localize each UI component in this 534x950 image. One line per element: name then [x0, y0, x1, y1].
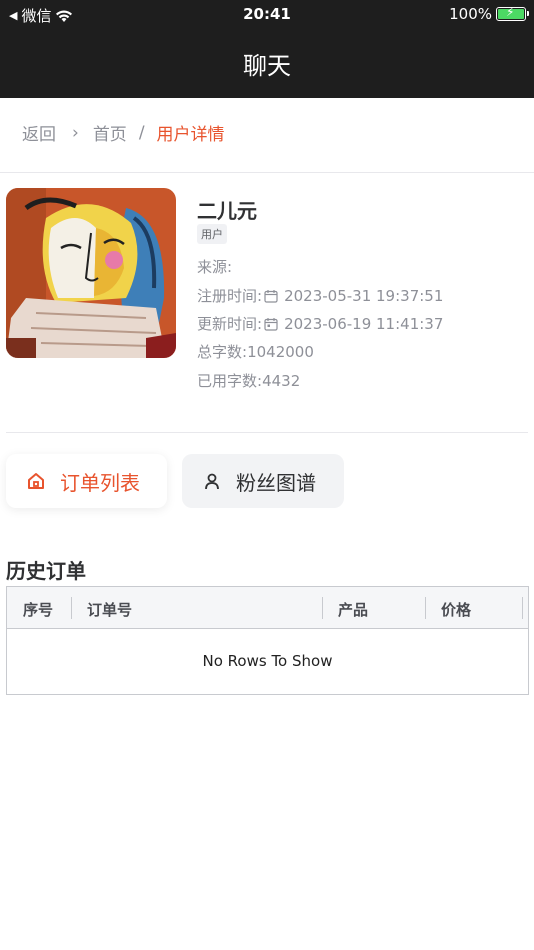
table-header: 序号 订单号 产品 价格	[7, 587, 528, 629]
breadcrumb-home[interactable]: 首页	[93, 120, 127, 145]
update-time-label: 更新时间:	[197, 315, 263, 333]
calendar-icon	[264, 289, 278, 303]
avatar	[6, 188, 176, 358]
breadcrumb-separator: /	[138, 122, 145, 143]
column-header-order-no[interactable]: 订单号	[87, 599, 132, 620]
user-role-badge: 用户	[197, 224, 227, 244]
used-chars-label: 已用字数:	[197, 372, 263, 390]
register-time-label: 注册时间:	[197, 287, 263, 305]
used-chars-value: 4432	[262, 371, 301, 390]
status-bar: ◀ 微信 20:41 100% ⚡	[0, 0, 534, 28]
update-time-row: 更新时间: 2023-06-19 11:41:37	[197, 313, 443, 334]
register-time-value: 2023-05-31 19:37:51	[284, 286, 444, 305]
breadcrumb-back[interactable]: 返回	[22, 120, 56, 145]
tab-fans[interactable]: 粉丝图谱	[182, 454, 344, 508]
nav-title: 聊天	[243, 52, 291, 80]
tab-orders-label: 订单列表	[60, 470, 140, 495]
used-chars-row: 已用字数: 4432	[197, 370, 300, 391]
user-name: 二儿元	[197, 199, 257, 223]
tab-fans-label: 粉丝图谱	[236, 470, 316, 495]
column-header-price[interactable]: 价格	[441, 599, 471, 620]
empty-table-message: No Rows To Show	[202, 652, 333, 670]
divider	[0, 172, 534, 173]
total-chars-row: 总字数: 1042000	[197, 341, 314, 362]
chevron-right-icon: ›	[72, 122, 79, 143]
breadcrumb: 返回 › 首页 / 用户详情	[22, 120, 225, 146]
total-chars-value: 1042000	[247, 342, 314, 361]
calendar-icon	[264, 317, 278, 331]
total-chars-label: 总字数:	[197, 343, 248, 361]
column-separator[interactable]	[322, 597, 323, 619]
source-row: 来源:	[197, 256, 232, 277]
source-label: 来源:	[197, 258, 233, 276]
section-title: 历史订单	[6, 559, 86, 583]
divider	[6, 432, 528, 433]
tab-orders[interactable]: 订单列表	[6, 454, 167, 508]
update-time-value: 2023-06-19 11:41:37	[284, 314, 444, 333]
register-time-row: 注册时间: 2023-05-31 19:37:51	[197, 285, 443, 306]
breadcrumb-current: 用户详情	[156, 125, 225, 145]
battery-status: 100% ⚡	[449, 5, 529, 23]
battery-icon: ⚡	[496, 5, 529, 21]
column-header-index[interactable]: 序号	[23, 599, 53, 620]
column-header-product[interactable]: 产品	[338, 599, 368, 620]
column-separator[interactable]	[71, 597, 72, 619]
home-icon	[28, 473, 44, 489]
column-separator[interactable]	[425, 597, 426, 619]
user-icon	[205, 473, 219, 490]
orders-table: 序号 订单号 产品 价格 No Rows To Show	[6, 586, 529, 695]
battery-percent: 100%	[449, 5, 492, 23]
nav-bar: 聊天	[0, 28, 534, 98]
column-separator[interactable]	[522, 597, 523, 619]
